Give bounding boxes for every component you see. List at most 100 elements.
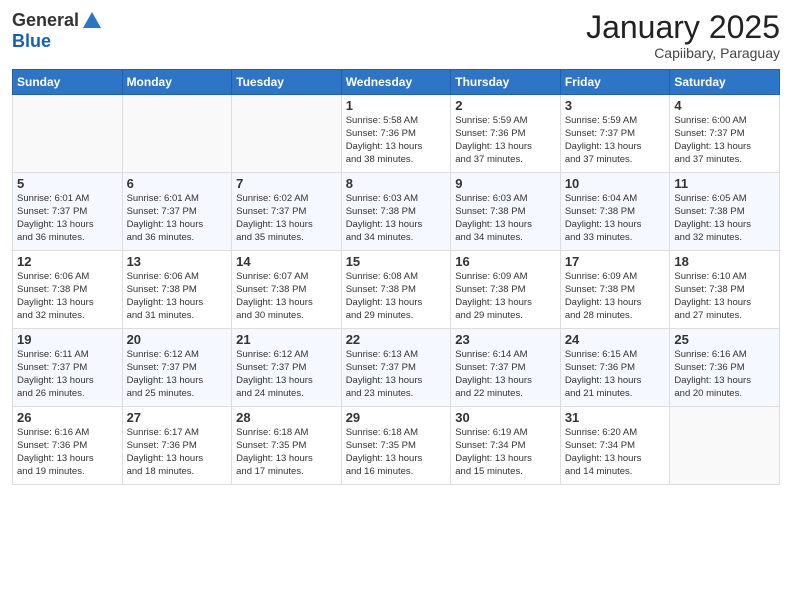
logo: General Blue: [12, 10, 103, 52]
day-number: 4: [674, 98, 775, 113]
day-info: Sunrise: 6:11 AM Sunset: 7:37 PM Dayligh…: [17, 349, 118, 400]
table-row: 18 Sunrise: 6:10 AM Sunset: 7:38 PM Dayli…: [670, 251, 780, 329]
day-number: 16: [455, 254, 556, 269]
table-row: 8 Sunrise: 6:03 AM Sunset: 7:38 PM Daylig…: [341, 173, 451, 251]
day-number: 11: [674, 176, 775, 191]
calendar-week-row: 26 Sunrise: 6:16 AM Sunset: 7:36 PM Dayli…: [13, 407, 780, 485]
day-number: 18: [674, 254, 775, 269]
day-info: Sunrise: 6:16 AM Sunset: 7:36 PM Dayligh…: [674, 349, 775, 400]
table-row: [232, 95, 342, 173]
day-number: 13: [127, 254, 228, 269]
day-info: Sunrise: 6:05 AM Sunset: 7:38 PM Dayligh…: [674, 193, 775, 244]
header-friday: Friday: [560, 70, 670, 95]
table-row: 13 Sunrise: 6:06 AM Sunset: 7:38 PM Dayli…: [122, 251, 232, 329]
day-info: Sunrise: 6:16 AM Sunset: 7:36 PM Dayligh…: [17, 427, 118, 478]
day-info: Sunrise: 6:01 AM Sunset: 7:37 PM Dayligh…: [17, 193, 118, 244]
day-info: Sunrise: 6:08 AM Sunset: 7:38 PM Dayligh…: [346, 271, 447, 322]
table-row: 20 Sunrise: 6:12 AM Sunset: 7:37 PM Dayli…: [122, 329, 232, 407]
logo-icon: [81, 10, 103, 32]
day-number: 22: [346, 332, 447, 347]
table-row: 5 Sunrise: 6:01 AM Sunset: 7:37 PM Daylig…: [13, 173, 123, 251]
table-row: 2 Sunrise: 5:59 AM Sunset: 7:36 PM Daylig…: [451, 95, 561, 173]
day-number: 28: [236, 410, 337, 425]
table-row: [13, 95, 123, 173]
day-number: 15: [346, 254, 447, 269]
calendar-week-row: 12 Sunrise: 6:06 AM Sunset: 7:38 PM Dayli…: [13, 251, 780, 329]
table-row: 3Sunrise: 5:59 AM Sunset: 7:37 PM Daylig…: [560, 95, 670, 173]
table-row: 26 Sunrise: 6:16 AM Sunset: 7:36 PM Dayli…: [13, 407, 123, 485]
page-container: General Blue January 2025 Capiibary, Par…: [0, 0, 792, 493]
table-row: 4 Sunrise: 6:00 AM Sunset: 7:37 PM Daylig…: [670, 95, 780, 173]
day-number: 30: [455, 410, 556, 425]
day-info: Sunrise: 5:58 AM Sunset: 7:36 PM Dayligh…: [346, 115, 447, 166]
logo-blue-text: Blue: [12, 31, 51, 51]
header-thursday: Thursday: [451, 70, 561, 95]
table-row: 17 Sunrise: 6:09 AM Sunset: 7:38 PM Dayli…: [560, 251, 670, 329]
day-number: 10: [565, 176, 666, 191]
calendar-table: Sunday Monday Tuesday Wednesday Thursday…: [12, 69, 780, 485]
logo-general-text: General: [12, 11, 79, 31]
day-info: Sunrise: 6:12 AM Sunset: 7:37 PM Dayligh…: [127, 349, 228, 400]
table-row: 16Sunrise: 6:09 AM Sunset: 7:38 PM Dayli…: [451, 251, 561, 329]
day-info: Sunrise: 6:07 AM Sunset: 7:38 PM Dayligh…: [236, 271, 337, 322]
day-info: Sunrise: 6:01 AM Sunset: 7:37 PM Dayligh…: [127, 193, 228, 244]
day-info: Sunrise: 6:09 AM Sunset: 7:38 PM Dayligh…: [565, 271, 666, 322]
table-row: 31Sunrise: 6:20 AM Sunset: 7:34 PM Dayli…: [560, 407, 670, 485]
day-number: 29: [346, 410, 447, 425]
day-info: Sunrise: 6:12 AM Sunset: 7:37 PM Dayligh…: [236, 349, 337, 400]
day-number: 12: [17, 254, 118, 269]
header-monday: Monday: [122, 70, 232, 95]
day-info: Sunrise: 6:19 AM Sunset: 7:34 PM Dayligh…: [455, 427, 556, 478]
day-number: 20: [127, 332, 228, 347]
day-info: Sunrise: 6:03 AM Sunset: 7:38 PM Dayligh…: [346, 193, 447, 244]
table-row: 25 Sunrise: 6:16 AM Sunset: 7:36 PM Dayli…: [670, 329, 780, 407]
calendar-header-row: Sunday Monday Tuesday Wednesday Thursday…: [13, 70, 780, 95]
day-number: 2: [455, 98, 556, 113]
table-row: 24Sunrise: 6:15 AM Sunset: 7:36 PM Dayli…: [560, 329, 670, 407]
header-sunday: Sunday: [13, 70, 123, 95]
day-info: Sunrise: 6:02 AM Sunset: 7:37 PM Dayligh…: [236, 193, 337, 244]
table-row: 28Sunrise: 6:18 AM Sunset: 7:35 PM Dayli…: [232, 407, 342, 485]
day-number: 19: [17, 332, 118, 347]
table-row: 19 Sunrise: 6:11 AM Sunset: 7:37 PM Dayli…: [13, 329, 123, 407]
day-info: Sunrise: 6:17 AM Sunset: 7:36 PM Dayligh…: [127, 427, 228, 478]
table-row: 9Sunrise: 6:03 AM Sunset: 7:38 PM Daylig…: [451, 173, 561, 251]
table-row: 30 Sunrise: 6:19 AM Sunset: 7:34 PM Dayli…: [451, 407, 561, 485]
day-info: Sunrise: 6:13 AM Sunset: 7:37 PM Dayligh…: [346, 349, 447, 400]
header-tuesday: Tuesday: [232, 70, 342, 95]
day-info: Sunrise: 6:10 AM Sunset: 7:38 PM Dayligh…: [674, 271, 775, 322]
header-wednesday: Wednesday: [341, 70, 451, 95]
day-number: 5: [17, 176, 118, 191]
day-info: Sunrise: 5:59 AM Sunset: 7:36 PM Dayligh…: [455, 115, 556, 166]
day-info: Sunrise: 6:06 AM Sunset: 7:38 PM Dayligh…: [17, 271, 118, 322]
table-row: 23Sunrise: 6:14 AM Sunset: 7:37 PM Dayli…: [451, 329, 561, 407]
table-row: 6 Sunrise: 6:01 AM Sunset: 7:37 PM Daylig…: [122, 173, 232, 251]
table-row: 15 Sunrise: 6:08 AM Sunset: 7:38 PM Dayli…: [341, 251, 451, 329]
table-row: 1Sunrise: 5:58 AM Sunset: 7:36 PM Daylig…: [341, 95, 451, 173]
table-row: 7 Sunrise: 6:02 AM Sunset: 7:37 PM Daylig…: [232, 173, 342, 251]
day-info: Sunrise: 6:04 AM Sunset: 7:38 PM Dayligh…: [565, 193, 666, 244]
day-info: Sunrise: 6:06 AM Sunset: 7:38 PM Dayligh…: [127, 271, 228, 322]
table-row: 10 Sunrise: 6:04 AM Sunset: 7:38 PM Dayli…: [560, 173, 670, 251]
day-number: 26: [17, 410, 118, 425]
day-number: 6: [127, 176, 228, 191]
day-info: Sunrise: 6:03 AM Sunset: 7:38 PM Dayligh…: [455, 193, 556, 244]
day-number: 21: [236, 332, 337, 347]
title-block: January 2025 Capiibary, Paraguay: [586, 10, 780, 61]
table-row: 11 Sunrise: 6:05 AM Sunset: 7:38 PM Dayli…: [670, 173, 780, 251]
day-number: 17: [565, 254, 666, 269]
table-row: [670, 407, 780, 485]
day-number: 7: [236, 176, 337, 191]
location: Capiibary, Paraguay: [586, 45, 780, 61]
day-number: 25: [674, 332, 775, 347]
table-row: 29 Sunrise: 6:18 AM Sunset: 7:35 PM Dayli…: [341, 407, 451, 485]
day-info: Sunrise: 6:18 AM Sunset: 7:35 PM Dayligh…: [346, 427, 447, 478]
table-row: 12 Sunrise: 6:06 AM Sunset: 7:38 PM Dayli…: [13, 251, 123, 329]
day-info: Sunrise: 6:15 AM Sunset: 7:36 PM Dayligh…: [565, 349, 666, 400]
calendar-week-row: 1Sunrise: 5:58 AM Sunset: 7:36 PM Daylig…: [13, 95, 780, 173]
day-number: 8: [346, 176, 447, 191]
calendar-week-row: 19 Sunrise: 6:11 AM Sunset: 7:37 PM Dayli…: [13, 329, 780, 407]
table-row: 14Sunrise: 6:07 AM Sunset: 7:38 PM Dayli…: [232, 251, 342, 329]
day-info: Sunrise: 6:00 AM Sunset: 7:37 PM Dayligh…: [674, 115, 775, 166]
table-row: [122, 95, 232, 173]
